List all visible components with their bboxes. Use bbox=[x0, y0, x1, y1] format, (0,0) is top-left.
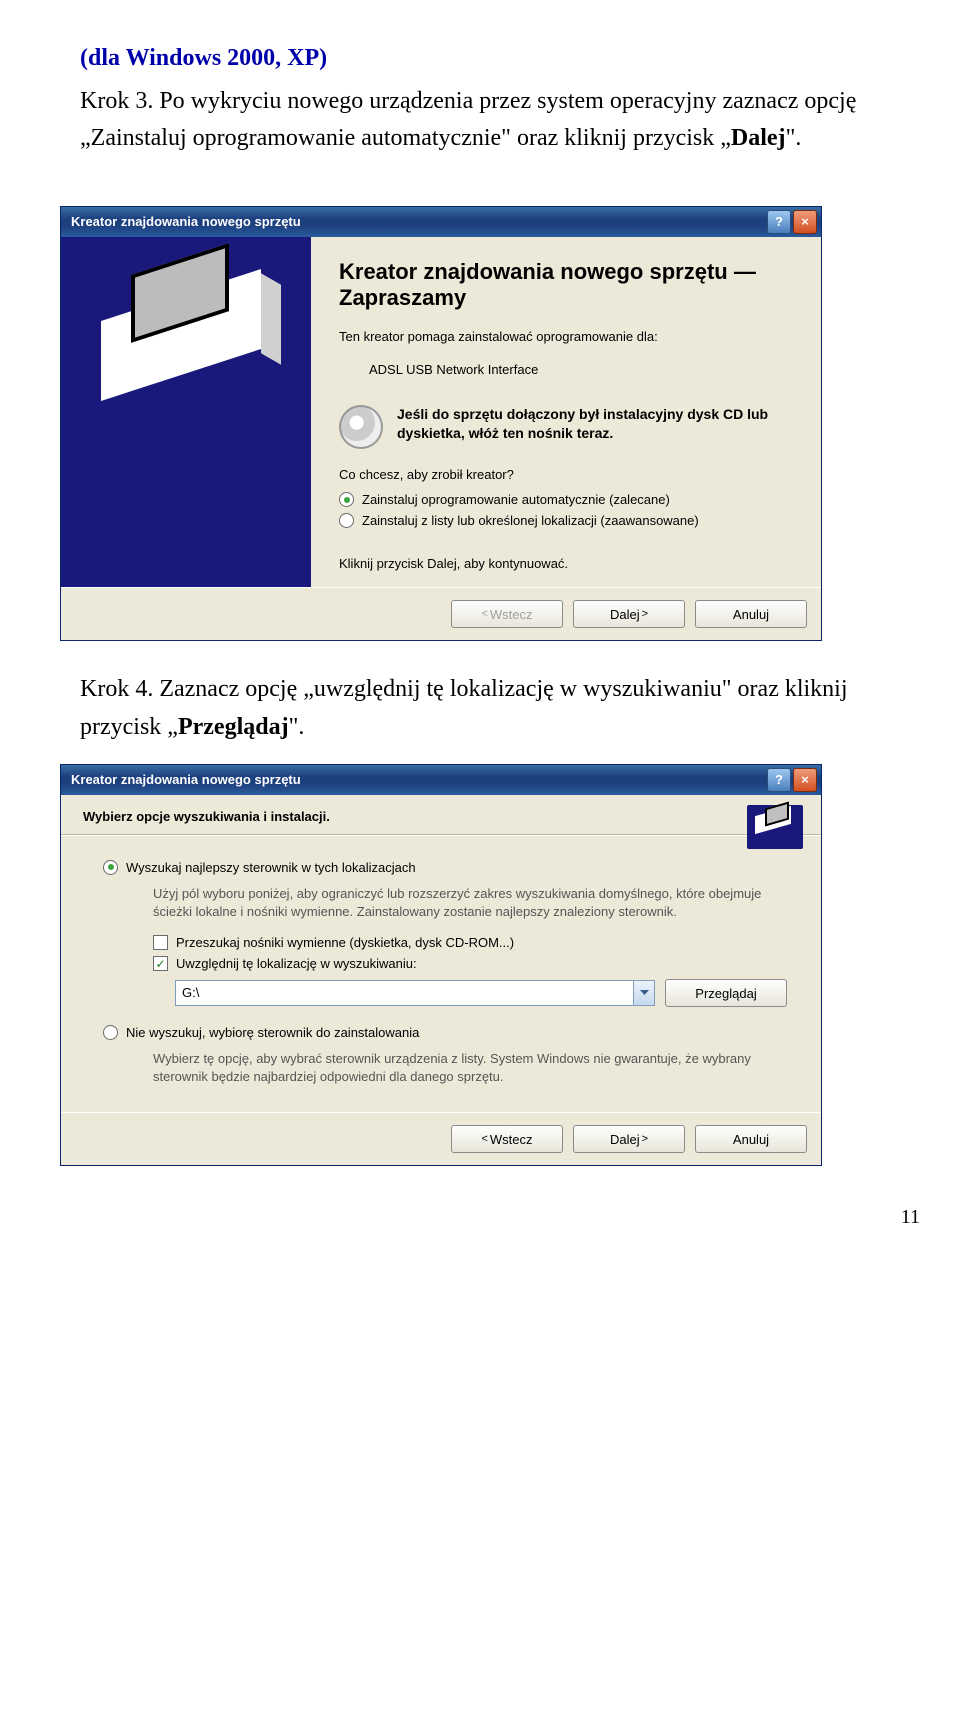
radio-auto[interactable]: Zainstaluj oprogramowanie automatycznie … bbox=[339, 492, 793, 507]
cd-icon bbox=[339, 405, 383, 449]
back-label: Wstecz bbox=[490, 607, 533, 622]
window-title: Kreator znajdowania nowego sprzętu bbox=[71, 214, 301, 229]
next-label: Dalej bbox=[610, 607, 640, 622]
radio-no-search-label: Nie wyszukuj, wybiorę sterownik do zains… bbox=[126, 1025, 419, 1040]
wizard-question: Co chcesz, aby zrobił kreator? bbox=[339, 467, 793, 482]
step-4: Krok 4. Zaznacz opcję „uwzględnij tę lok… bbox=[80, 671, 890, 745]
checkbox-removable[interactable]: Przeszukaj nośniki wymienne (dyskietka, … bbox=[153, 935, 787, 950]
radio-icon bbox=[103, 860, 118, 875]
page-number: 11 bbox=[0, 1196, 960, 1249]
radio-icon bbox=[339, 492, 354, 507]
checkbox-include-label: Uwzględnij tę lokalizację w wyszukiwaniu… bbox=[176, 956, 417, 971]
cancel-button[interactable]: Anuluj bbox=[695, 1125, 807, 1153]
radio-list-label: Zainstaluj z listy lub określonej lokali… bbox=[362, 513, 699, 528]
wizard-sidebar bbox=[61, 237, 311, 588]
window-title: Kreator znajdowania nowego sprzętu bbox=[71, 772, 301, 787]
checkbox-icon bbox=[153, 935, 168, 950]
radio-search-locations[interactable]: Wyszukaj najlepszy sterownik w tych loka… bbox=[103, 860, 787, 875]
chevron-down-icon[interactable] bbox=[633, 981, 654, 1005]
radio-no-search[interactable]: Nie wyszukuj, wybiorę sterownik do zains… bbox=[103, 1025, 787, 1040]
wizard-subheader: Wybierz opcje wyszukiwania i instalacji. bbox=[61, 795, 821, 834]
step4-bold: Przeglądaj bbox=[178, 714, 289, 740]
step3-after: ". bbox=[786, 125, 802, 151]
wizard-dialog-2: Kreator znajdowania nowego sprzętu ? × W… bbox=[60, 764, 822, 1167]
help-icon[interactable]: ? bbox=[767, 768, 791, 792]
back-button[interactable]: <Wstecz bbox=[451, 1125, 563, 1153]
next-button[interactable]: Dalej> bbox=[573, 600, 685, 628]
close-icon[interactable]: × bbox=[793, 210, 817, 234]
subheader-title: Wybierz opcje wyszukiwania i instalacji. bbox=[83, 809, 799, 824]
step4-leadin: Krok 4. bbox=[80, 676, 153, 702]
no-search-help: Wybierz tę opcję, aby wybrać sterownik u… bbox=[153, 1050, 787, 1086]
radio-auto-label: Zainstaluj oprogramowanie automatycznie … bbox=[362, 492, 670, 507]
radio-list[interactable]: Zainstaluj z listy lub określonej lokali… bbox=[339, 513, 793, 528]
checkbox-include-location[interactable]: ✓ Uwzględnij tę lokalizację w wyszukiwan… bbox=[153, 956, 787, 971]
checkbox-removable-label: Przeszukaj nośniki wymienne (dyskietka, … bbox=[176, 935, 514, 950]
heading-platform: (dla Windows 2000, XP) bbox=[80, 40, 890, 77]
titlebar: Kreator znajdowania nowego sprzętu ? × bbox=[61, 207, 821, 237]
radio-icon bbox=[339, 513, 354, 528]
radio-icon bbox=[103, 1025, 118, 1040]
device-name: ADSL USB Network Interface bbox=[369, 362, 793, 377]
step3-bold: Dalej bbox=[731, 125, 786, 151]
step-3: Krok 3. Po wykryciu nowego urządzenia pr… bbox=[80, 83, 890, 157]
search-help-text: Użyj pól wyboru poniżej, aby ograniczyć … bbox=[153, 885, 787, 921]
path-combobox[interactable]: G:\ bbox=[175, 980, 655, 1006]
continue-hint: Kliknij przycisk Dalej, aby kontynuować. bbox=[339, 556, 793, 571]
help-icon[interactable]: ? bbox=[767, 210, 791, 234]
titlebar: Kreator znajdowania nowego sprzętu ? × bbox=[61, 765, 821, 795]
path-value: G:\ bbox=[176, 981, 633, 1005]
step4-after: ". bbox=[289, 714, 305, 740]
button-bar: <Wstecz Dalej> Anuluj bbox=[61, 587, 821, 640]
cancel-label: Anuluj bbox=[733, 607, 769, 622]
wizard-dialog-1: Kreator znajdowania nowego sprzętu ? × K… bbox=[60, 206, 822, 642]
button-bar: <Wstecz Dalej> Anuluj bbox=[61, 1112, 821, 1165]
next-label: Dalej bbox=[610, 1132, 640, 1147]
close-icon[interactable]: × bbox=[793, 768, 817, 792]
hardware-small-icon bbox=[747, 805, 803, 849]
step3-leadin: Krok 3. bbox=[80, 88, 153, 114]
browse-label: Przeglądaj bbox=[695, 986, 756, 1001]
wizard-heading: Kreator znajdowania nowego sprzętu — Zap… bbox=[339, 259, 793, 312]
browse-button[interactable]: Przeglądaj bbox=[665, 979, 787, 1007]
back-button[interactable]: <Wstecz bbox=[451, 600, 563, 628]
checkbox-icon: ✓ bbox=[153, 956, 168, 971]
cancel-label: Anuluj bbox=[733, 1132, 769, 1147]
cancel-button[interactable]: Anuluj bbox=[695, 600, 807, 628]
cd-instruction: Jeśli do sprzętu dołączony był instalacy… bbox=[397, 405, 793, 443]
back-label: Wstecz bbox=[490, 1132, 533, 1147]
next-button[interactable]: Dalej> bbox=[573, 1125, 685, 1153]
wizard-intro: Ten kreator pomaga zainstalować oprogram… bbox=[339, 329, 793, 344]
radio-search-label: Wyszukaj najlepszy sterownik w tych loka… bbox=[126, 860, 416, 875]
hardware-graphic bbox=[101, 265, 271, 395]
